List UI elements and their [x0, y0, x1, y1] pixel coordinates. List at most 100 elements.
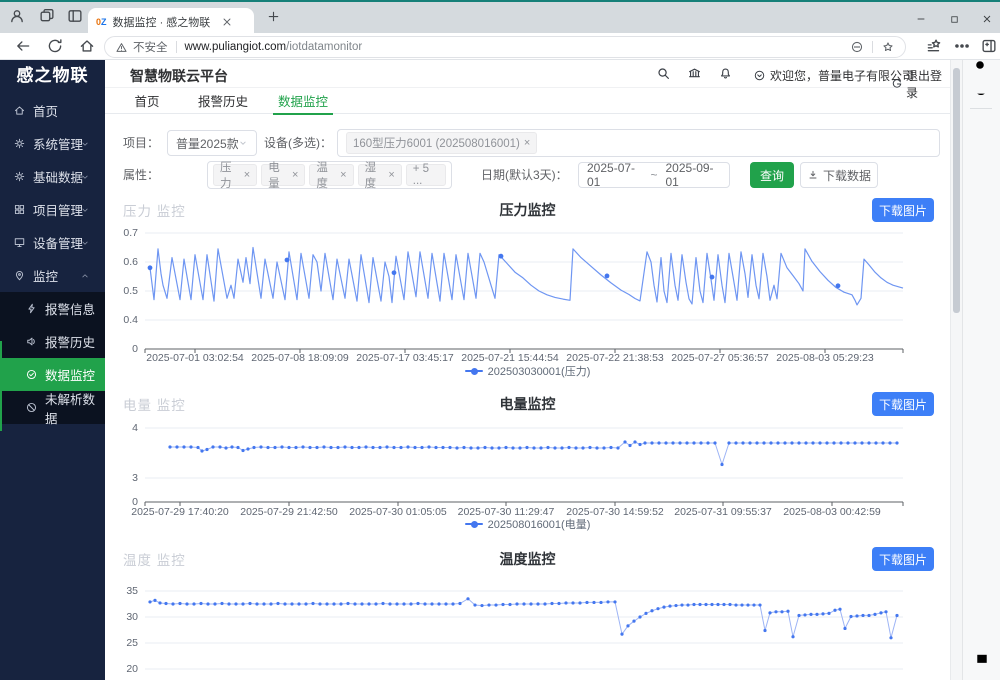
sidebar-subitem-label: 数据监控 — [45, 365, 95, 384]
chart-legend[interactable]: 202508016001(电量) — [105, 516, 950, 532]
edge-sidebar — [962, 60, 1000, 680]
tab-title: 数据监控 · 感之物联 — [113, 14, 221, 30]
y-axis-label: 25 — [105, 637, 138, 649]
home-icon[interactable] — [78, 37, 96, 55]
pinned-site-icon[interactable] — [973, 84, 989, 100]
grid-icon — [13, 203, 26, 216]
tag-remove-icon[interactable]: × — [244, 170, 250, 181]
y-axis-label: 0.6 — [105, 256, 138, 268]
y-axis-label: 3 — [105, 472, 138, 484]
download-image-button[interactable]: 下载图片 — [872, 547, 934, 571]
sidebar-item-首页[interactable]: 首页 — [0, 94, 105, 127]
sidebar-subitem-未解析数据[interactable]: 未解析数据 — [0, 391, 105, 424]
sidebar-item-项目管理[interactable]: 项目管理 — [0, 193, 105, 226]
y-axis-label: 0.7 — [105, 227, 138, 239]
sidebar-subitem-数据监控[interactable]: 数据监控 — [0, 358, 105, 391]
reader-dots-icon[interactable] — [850, 40, 864, 54]
sidebar-item-监控[interactable]: 监控 — [0, 259, 105, 292]
download-data-button[interactable]: 下载数据 — [800, 162, 878, 188]
tag-remove-icon[interactable]: × — [388, 170, 394, 181]
tab-数据监控[interactable]: 数据监控 — [273, 92, 333, 112]
download-image-button[interactable]: 下载图片 — [872, 392, 934, 416]
device-multiselect[interactable]: 160型压力6001 (202508016001) × — [337, 129, 940, 157]
window-minimize-button[interactable] — [908, 10, 934, 28]
welcome-menu[interactable]: 欢迎您，普量电子有限公司 — [753, 67, 914, 84]
y-axis-label: 0.4 — [105, 314, 138, 326]
circleslash-icon — [25, 401, 38, 414]
sidebar-item-label: 基础数据 — [33, 167, 83, 186]
sidebar-add-icon[interactable] — [973, 118, 989, 134]
window-close-button[interactable] — [974, 10, 1000, 28]
back-icon[interactable] — [14, 37, 32, 55]
sidebar-item-系统管理[interactable]: 系统管理 — [0, 127, 105, 160]
tab-close-icon[interactable] — [221, 16, 233, 28]
sidebar-item-label: 项目管理 — [33, 200, 83, 219]
bell-icon[interactable] — [718, 66, 733, 81]
legend-label: 202503030001(压力) — [488, 363, 591, 379]
date-end: 2025-09-01 — [666, 161, 721, 189]
legend-label: 202508016001(电量) — [488, 516, 591, 532]
sidebar-subitem-报警历史[interactable]: 报警历史 — [0, 325, 105, 358]
workspaces-icon[interactable] — [38, 7, 56, 25]
url-host: www.puliangiot.com — [185, 41, 287, 53]
sidebar-subitem-报警信息[interactable]: 报警信息 — [0, 292, 105, 325]
attribute-multiselect[interactable]: 压力×电量×温度×湿度×+ 5 ... — [207, 161, 452, 189]
window-edge-accent — [0, 341, 2, 431]
tab-actions-icon[interactable] — [66, 7, 84, 25]
chart-section-压力监控: 压力 监控压力监控下载图片0.70.60.50.402025-07-01 03:… — [105, 196, 950, 390]
window-maximize-button[interactable] — [941, 10, 967, 28]
chart-title: 电量监控 — [105, 394, 950, 414]
new-tab-button[interactable] — [266, 9, 281, 24]
attribute-more-tag[interactable]: + 5 ... — [406, 164, 446, 186]
download-image-button[interactable]: 下载图片 — [872, 198, 934, 222]
project-select[interactable]: 普量2025款4... — [167, 130, 257, 156]
favorite-star-icon[interactable] — [881, 40, 895, 54]
attribute-tag-label: 温度 — [316, 159, 336, 191]
attribute-label: 属性： — [123, 161, 159, 189]
browser-tab[interactable]: 0Z 数据监控 · 感之物联 — [88, 8, 254, 35]
sidebar-item-基础数据[interactable]: 基础数据 — [0, 160, 105, 193]
date-range-picker[interactable]: 2025-07-01 ~ 2025-09-01 — [578, 162, 730, 188]
chevron-down-icon — [80, 205, 90, 215]
chart-legend[interactable]: 202503030001(压力) — [105, 363, 950, 379]
sidebar-submenu: 报警信息报警历史数据监控未解析数据 — [0, 292, 105, 424]
security-label: 不安全 — [133, 39, 168, 55]
sidebar-item-设备管理[interactable]: 设备管理 — [0, 226, 105, 259]
screenshot-hint-icon[interactable] — [975, 652, 989, 666]
tag-remove-icon[interactable]: × — [292, 170, 298, 181]
more-menu-icon[interactable] — [953, 37, 971, 55]
download-data-label: 下载数据 — [823, 167, 871, 184]
gear-icon — [13, 170, 26, 183]
tab-报警历史[interactable]: 报警历史 — [193, 92, 253, 112]
main-content: 智慧物联云平台 欢迎您，普量电子有限公司 退出登录 首页报警历史数据监控 项目：… — [105, 60, 950, 680]
tag-remove-icon[interactable]: × — [524, 138, 530, 149]
attribute-tag: 温度× — [309, 164, 353, 186]
legend-marker-icon — [465, 523, 483, 525]
account-chevron-icon — [753, 69, 766, 82]
tab-首页[interactable]: 首页 — [129, 92, 165, 112]
chart-title: 压力监控 — [105, 200, 950, 220]
chart-plot-温度监控[interactable] — [145, 585, 905, 680]
browser-window: 0Z 数据监控 · 感之物联 ↑ 不安全 www.puliangiot.com … — [0, 0, 1000, 680]
y-axis-label: 35 — [105, 585, 138, 597]
tag-remove-icon[interactable]: × — [340, 170, 346, 181]
refresh-icon[interactable] — [46, 37, 64, 55]
sidebar-search-icon[interactable] — [973, 58, 989, 74]
chevron-down-icon — [238, 138, 248, 148]
chart-plot-电量监控[interactable] — [145, 420, 905, 510]
gear-icon — [13, 137, 26, 150]
favicon: 0Z — [96, 17, 107, 27]
legend-marker-icon — [465, 370, 483, 372]
pin-icon — [13, 269, 26, 282]
address-bar[interactable]: 不安全 www.puliangiot.com /iotdatamonitor — [104, 36, 906, 58]
y-axis-label: 4 — [105, 422, 138, 434]
collections-icon[interactable] — [925, 37, 943, 55]
building-icon[interactable] — [687, 66, 702, 81]
chart-plot-压力监控[interactable] — [145, 225, 905, 357]
profile-icon[interactable] — [8, 7, 26, 25]
scrollbar-thumb[interactable] — [953, 68, 960, 313]
sidebar-toggle-icon[interactable] — [980, 37, 998, 55]
search-icon[interactable] — [656, 66, 671, 81]
sidebar-item-label: 设备管理 — [33, 233, 83, 252]
query-button[interactable]: 查询 — [750, 162, 794, 188]
